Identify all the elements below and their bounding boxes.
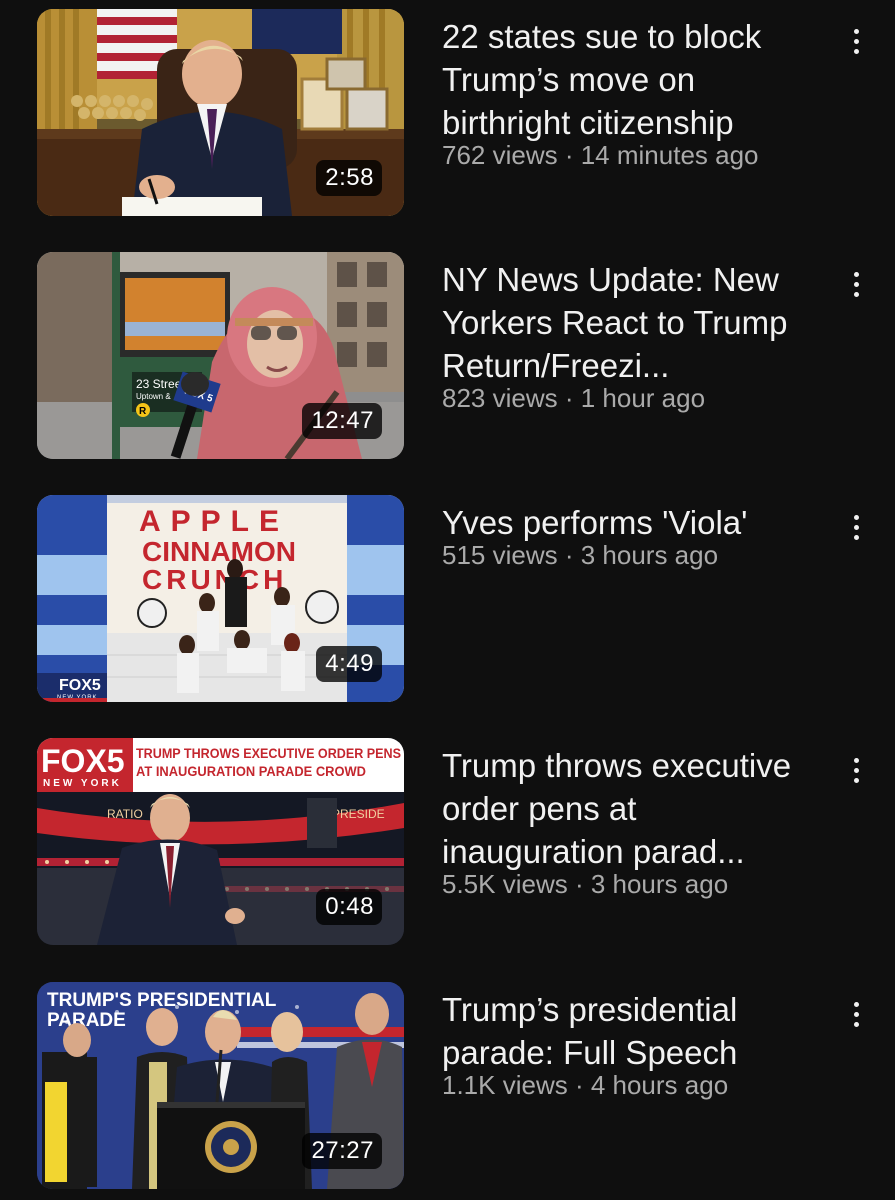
video-thumbnail[interactable]: FOX5 NEW YORK TRUMP THROWS EXECUTIVE ORD… (37, 738, 404, 945)
more-options-icon[interactable] (842, 994, 870, 1034)
thumb-headline-2: AT INAUGURATION PARADE CROWD (136, 764, 366, 779)
video-meta: 762 views · 14 minutes ago (442, 140, 759, 170)
video-meta: 5.5K views · 3 hours ago (442, 869, 729, 899)
video-meta: 1.1K views · 4 hours ago (442, 1070, 729, 1100)
video-info[interactable]: Yves performs 'Viola' 515 views · 3 hour… (442, 501, 827, 570)
video-title[interactable]: NY News Update: New Yorkers React to Tru… (442, 258, 827, 387)
thumb-line-text: R (139, 406, 147, 417)
fox5-logo-sub-text: NEW YORK (43, 778, 122, 789)
video-info[interactable]: Trump’s presidential parade: Full Speech… (442, 988, 827, 1100)
sign-line1-text: APPLE (139, 505, 289, 538)
video-title[interactable]: 22 states sue to block Trump’s move on b… (442, 15, 827, 144)
video-thumbnail[interactable]: 2:58 (37, 9, 404, 216)
video-thumbnail[interactable]: 23 Street Uptown & R FOX 5 1 (37, 252, 404, 459)
video-item[interactable]: TRUMP'S PRESIDENTIAL PARADE 27:27 Trump’… (0, 982, 895, 1192)
video-title[interactable]: Yves performs 'Viola' (442, 501, 827, 544)
video-info[interactable]: Trump throws executive order pens at ina… (442, 744, 827, 899)
video-info[interactable]: 22 states sue to block Trump’s move on b… (442, 15, 827, 170)
sign-line3-text: CRUNCH (142, 564, 287, 595)
video-item[interactable]: 23 Street Uptown & R FOX 5 1 (0, 252, 895, 462)
fox5-logo-text: FOX5 (59, 677, 101, 694)
more-options-icon[interactable] (842, 264, 870, 304)
fox5-logo-text: FOX5 (41, 743, 125, 779)
duration-badge: 4:49 (316, 646, 382, 682)
video-info[interactable]: NY News Update: New Yorkers React to Tru… (442, 258, 827, 413)
sign-line2-text: CINNAMON (142, 536, 296, 567)
video-item[interactable]: 2:58 22 states sue to block Trump’s move… (0, 9, 895, 219)
banner-left-text: RATIO (107, 807, 143, 821)
banner-right-text: PRESIDE (332, 807, 385, 821)
thumb-caption-1: TRUMP'S PRESIDENTIAL (47, 990, 277, 1011)
thumb-direction-text: Uptown & (136, 392, 171, 401)
video-meta: 515 views · 3 hours ago (442, 540, 719, 570)
video-thumbnail[interactable]: TRUMP'S PRESIDENTIAL PARADE 27:27 (37, 982, 404, 1189)
more-options-icon[interactable] (842, 750, 870, 790)
video-meta: 823 views · 1 hour ago (442, 383, 706, 413)
video-item[interactable]: FOX5 NEW YORK TRUMP THROWS EXECUTIVE ORD… (0, 738, 895, 948)
video-thumbnail[interactable]: APPLE CINNAMON CRUNCH FOX5 4:49 (37, 495, 404, 702)
more-options-icon[interactable] (842, 21, 870, 61)
duration-badge: 0:48 (316, 889, 382, 925)
duration-badge: 12:47 (302, 403, 382, 439)
duration-badge: 2:58 (316, 160, 382, 196)
thumb-headline-1: TRUMP THROWS EXECUTIVE ORDER PENS (136, 746, 401, 761)
video-feed: 2:58 22 states sue to block Trump’s move… (0, 0, 895, 1200)
video-title[interactable]: Trump throws executive order pens at ina… (442, 744, 827, 873)
more-options-icon[interactable] (842, 507, 870, 547)
duration-badge: 27:27 (302, 1133, 382, 1169)
video-title[interactable]: Trump’s presidential parade: Full Speech (442, 988, 827, 1074)
video-item[interactable]: APPLE CINNAMON CRUNCH FOX5 4:49 Yves per… (0, 495, 895, 705)
